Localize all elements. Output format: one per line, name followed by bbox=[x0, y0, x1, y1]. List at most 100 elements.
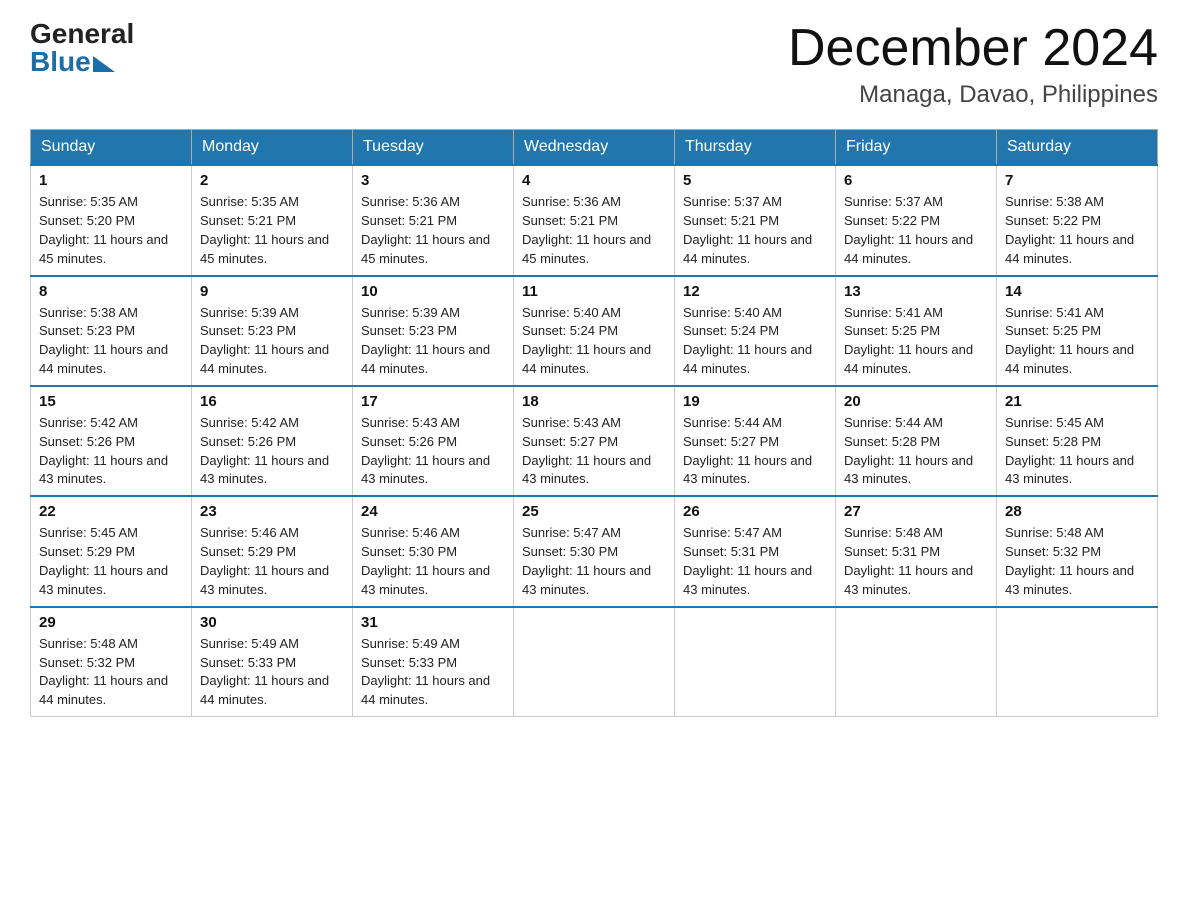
day-info: Sunrise: 5:43 AMSunset: 5:26 PMDaylight:… bbox=[361, 414, 505, 489]
column-header-saturday: Saturday bbox=[997, 130, 1158, 166]
calendar-cell: 3Sunrise: 5:36 AMSunset: 5:21 PMDaylight… bbox=[353, 165, 514, 275]
day-number: 24 bbox=[361, 503, 505, 520]
logo: General Blue bbox=[30, 20, 134, 76]
week-row-2: 8Sunrise: 5:38 AMSunset: 5:23 PMDaylight… bbox=[31, 276, 1158, 386]
day-number: 7 bbox=[1005, 172, 1149, 189]
day-info: Sunrise: 5:42 AMSunset: 5:26 PMDaylight:… bbox=[200, 414, 344, 489]
title-section: December 2024 Managa, Davao, Philippines bbox=[788, 20, 1158, 109]
week-row-3: 15 Sunrise: 5:42 AMSunset: 5:26 PMDayligh… bbox=[31, 386, 1158, 496]
calendar-cell: 30 Sunrise: 5:49 AMSunset: 5:33 PMDayligh… bbox=[192, 607, 353, 717]
day-number: 16 bbox=[200, 393, 344, 410]
column-header-sunday: Sunday bbox=[31, 130, 192, 166]
calendar-cell bbox=[675, 607, 836, 717]
logo-general-text: General bbox=[30, 20, 134, 48]
day-number: 4 bbox=[522, 172, 666, 189]
page-header: General Blue December 2024 Managa, Davao… bbox=[30, 20, 1158, 109]
calendar-cell: 18 Sunrise: 5:43 AMSunset: 5:27 PMDayligh… bbox=[514, 386, 675, 496]
day-info: Sunrise: 5:41 AMSunset: 5:25 PMDaylight:… bbox=[1005, 304, 1149, 379]
day-number: 11 bbox=[522, 283, 666, 300]
calendar-cell: 13Sunrise: 5:41 AMSunset: 5:25 PMDayligh… bbox=[836, 276, 997, 386]
day-number: 2 bbox=[200, 172, 344, 189]
calendar-cell bbox=[514, 607, 675, 717]
calendar-cell: 10 Sunrise: 5:39 AMSunset: 5:23 PMDayligh… bbox=[353, 276, 514, 386]
logo-blue-text: Blue bbox=[30, 48, 91, 76]
day-number: 12 bbox=[683, 283, 827, 300]
calendar-cell: 26 Sunrise: 5:47 AMSunset: 5:31 PMDayligh… bbox=[675, 496, 836, 606]
calendar-cell: 14 Sunrise: 5:41 AMSunset: 5:25 PMDayligh… bbox=[997, 276, 1158, 386]
day-info: Sunrise: 5:40 AMSunset: 5:24 PMDaylight:… bbox=[683, 304, 827, 379]
column-header-friday: Friday bbox=[836, 130, 997, 166]
calendar-cell: 19 Sunrise: 5:44 AMSunset: 5:27 PMDayligh… bbox=[675, 386, 836, 496]
day-number: 17 bbox=[361, 393, 505, 410]
week-row-4: 22Sunrise: 5:45 AMSunset: 5:29 PMDayligh… bbox=[31, 496, 1158, 606]
calendar-cell: 2 Sunrise: 5:35 AMSunset: 5:21 PMDaylight… bbox=[192, 165, 353, 275]
column-header-thursday: Thursday bbox=[675, 130, 836, 166]
day-info: Sunrise: 5:35 AMSunset: 5:20 PMDaylight:… bbox=[39, 193, 183, 268]
day-number: 30 bbox=[200, 614, 344, 631]
day-info: Sunrise: 5:48 AMSunset: 5:32 PMDaylight:… bbox=[1005, 524, 1149, 599]
day-info: Sunrise: 5:39 AMSunset: 5:23 PMDaylight:… bbox=[361, 304, 505, 379]
day-number: 29 bbox=[39, 614, 183, 631]
day-number: 19 bbox=[683, 393, 827, 410]
calendar-cell: 31Sunrise: 5:49 AMSunset: 5:33 PMDayligh… bbox=[353, 607, 514, 717]
calendar-cell bbox=[836, 607, 997, 717]
day-info: Sunrise: 5:35 AMSunset: 5:21 PMDaylight:… bbox=[200, 193, 344, 268]
day-number: 31 bbox=[361, 614, 505, 631]
column-header-monday: Monday bbox=[192, 130, 353, 166]
calendar-cell: 17 Sunrise: 5:43 AMSunset: 5:26 PMDayligh… bbox=[353, 386, 514, 496]
day-number: 8 bbox=[39, 283, 183, 300]
day-info: Sunrise: 5:36 AMSunset: 5:21 PMDaylight:… bbox=[361, 193, 505, 268]
calendar-cell: 21Sunrise: 5:45 AMSunset: 5:28 PMDayligh… bbox=[997, 386, 1158, 496]
calendar-cell: 20Sunrise: 5:44 AMSunset: 5:28 PMDayligh… bbox=[836, 386, 997, 496]
day-info: Sunrise: 5:37 AMSunset: 5:22 PMDaylight:… bbox=[844, 193, 988, 268]
column-header-tuesday: Tuesday bbox=[353, 130, 514, 166]
day-info: Sunrise: 5:43 AMSunset: 5:27 PMDaylight:… bbox=[522, 414, 666, 489]
day-number: 5 bbox=[683, 172, 827, 189]
calendar-cell: 8Sunrise: 5:38 AMSunset: 5:23 PMDaylight… bbox=[31, 276, 192, 386]
day-number: 28 bbox=[1005, 503, 1149, 520]
day-info: Sunrise: 5:45 AMSunset: 5:29 PMDaylight:… bbox=[39, 524, 183, 599]
day-info: Sunrise: 5:36 AMSunset: 5:21 PMDaylight:… bbox=[522, 193, 666, 268]
day-info: Sunrise: 5:42 AMSunset: 5:26 PMDaylight:… bbox=[39, 414, 183, 489]
day-number: 27 bbox=[844, 503, 988, 520]
calendar-cell: 9Sunrise: 5:39 AMSunset: 5:23 PMDaylight… bbox=[192, 276, 353, 386]
day-info: Sunrise: 5:48 AMSunset: 5:32 PMDaylight:… bbox=[39, 635, 183, 710]
month-year-title: December 2024 bbox=[788, 20, 1158, 77]
week-row-1: 1Sunrise: 5:35 AMSunset: 5:20 PMDaylight… bbox=[31, 165, 1158, 275]
calendar-cell: 5 Sunrise: 5:37 AMSunset: 5:21 PMDaylight… bbox=[675, 165, 836, 275]
calendar-cell: 6 Sunrise: 5:37 AMSunset: 5:22 PMDaylight… bbox=[836, 165, 997, 275]
day-info: Sunrise: 5:49 AMSunset: 5:33 PMDaylight:… bbox=[200, 635, 344, 710]
calendar-cell bbox=[997, 607, 1158, 717]
calendar-cell: 4 Sunrise: 5:36 AMSunset: 5:21 PMDaylight… bbox=[514, 165, 675, 275]
day-info: Sunrise: 5:46 AMSunset: 5:29 PMDaylight:… bbox=[200, 524, 344, 599]
day-info: Sunrise: 5:47 AMSunset: 5:31 PMDaylight:… bbox=[683, 524, 827, 599]
day-info: Sunrise: 5:44 AMSunset: 5:27 PMDaylight:… bbox=[683, 414, 827, 489]
day-info: Sunrise: 5:48 AMSunset: 5:31 PMDaylight:… bbox=[844, 524, 988, 599]
calendar-cell: 7 Sunrise: 5:38 AMSunset: 5:22 PMDaylight… bbox=[997, 165, 1158, 275]
day-number: 15 bbox=[39, 393, 183, 410]
day-info: Sunrise: 5:40 AMSunset: 5:24 PMDaylight:… bbox=[522, 304, 666, 379]
calendar-cell: 11 Sunrise: 5:40 AMSunset: 5:24 PMDayligh… bbox=[514, 276, 675, 386]
calendar-cell: 25Sunrise: 5:47 AMSunset: 5:30 PMDayligh… bbox=[514, 496, 675, 606]
calendar-cell: 24 Sunrise: 5:46 AMSunset: 5:30 PMDayligh… bbox=[353, 496, 514, 606]
calendar-cell: 28 Sunrise: 5:48 AMSunset: 5:32 PMDayligh… bbox=[997, 496, 1158, 606]
day-number: 6 bbox=[844, 172, 988, 189]
day-number: 10 bbox=[361, 283, 505, 300]
day-number: 14 bbox=[1005, 283, 1149, 300]
calendar-header-row: SundayMondayTuesdayWednesdayThursdayFrid… bbox=[31, 130, 1158, 166]
day-number: 25 bbox=[522, 503, 666, 520]
day-info: Sunrise: 5:44 AMSunset: 5:28 PMDaylight:… bbox=[844, 414, 988, 489]
calendar-cell: 12 Sunrise: 5:40 AMSunset: 5:24 PMDayligh… bbox=[675, 276, 836, 386]
day-number: 18 bbox=[522, 393, 666, 410]
calendar-cell: 23 Sunrise: 5:46 AMSunset: 5:29 PMDayligh… bbox=[192, 496, 353, 606]
day-info: Sunrise: 5:46 AMSunset: 5:30 PMDaylight:… bbox=[361, 524, 505, 599]
calendar-cell: 1Sunrise: 5:35 AMSunset: 5:20 PMDaylight… bbox=[31, 165, 192, 275]
location-subtitle: Managa, Davao, Philippines bbox=[788, 81, 1158, 109]
day-number: 23 bbox=[200, 503, 344, 520]
day-info: Sunrise: 5:37 AMSunset: 5:21 PMDaylight:… bbox=[683, 193, 827, 268]
day-number: 26 bbox=[683, 503, 827, 520]
day-info: Sunrise: 5:38 AMSunset: 5:22 PMDaylight:… bbox=[1005, 193, 1149, 268]
day-number: 9 bbox=[200, 283, 344, 300]
logo-arrow-icon bbox=[93, 56, 115, 72]
day-info: Sunrise: 5:45 AMSunset: 5:28 PMDaylight:… bbox=[1005, 414, 1149, 489]
